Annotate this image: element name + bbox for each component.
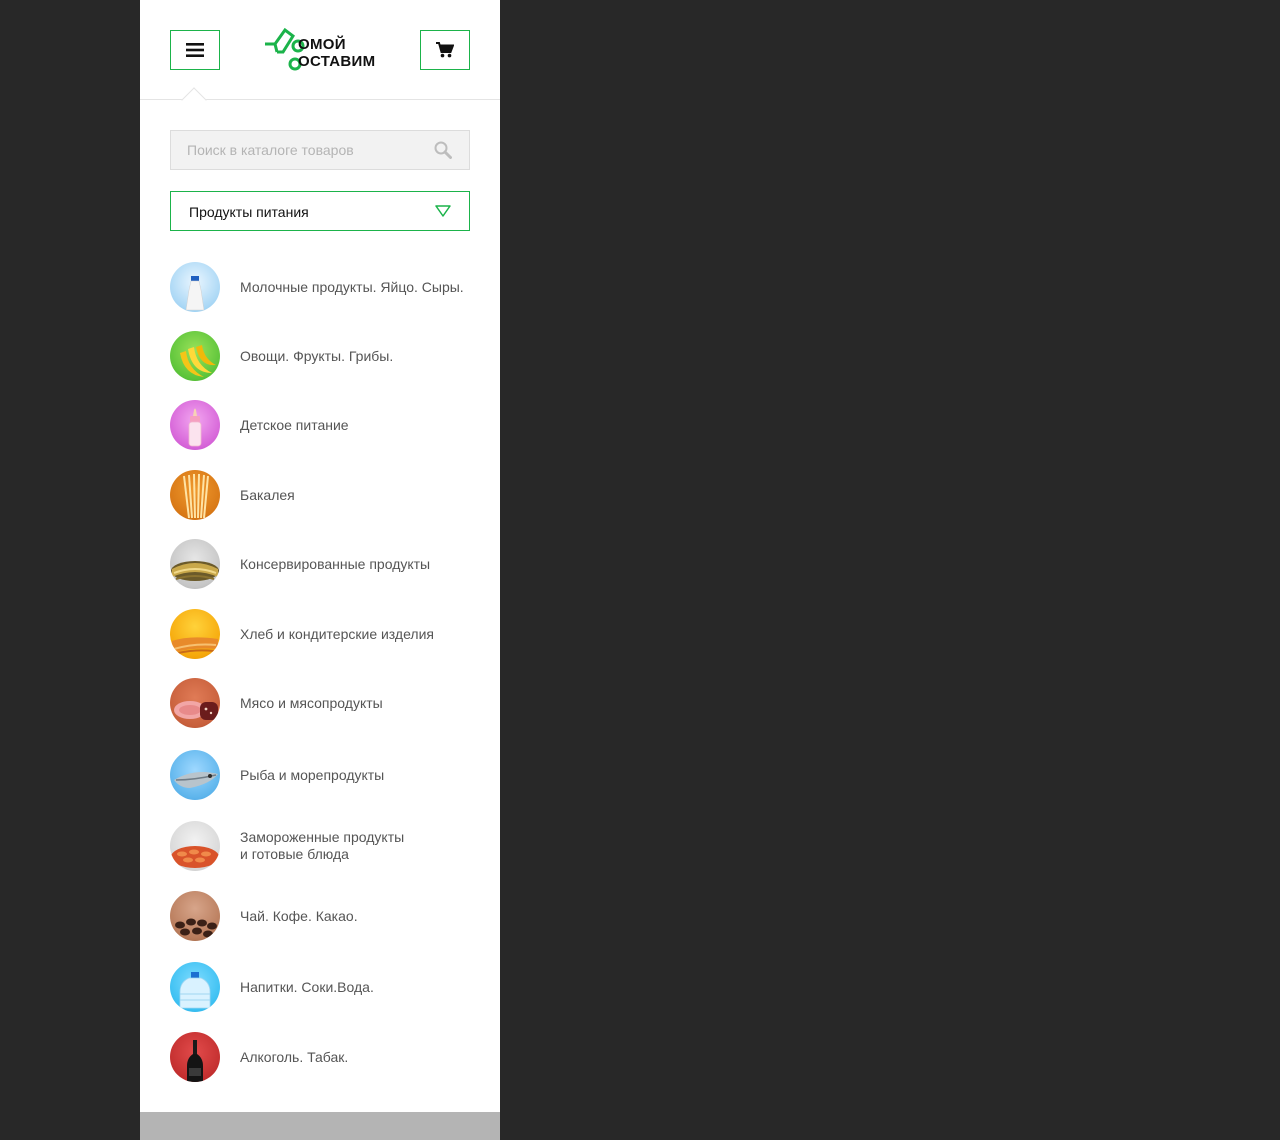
category-item-fish[interactable]: Рыба и морепродукты <box>170 749 480 801</box>
frozen-food-icon <box>170 821 220 871</box>
chevron-down-icon <box>435 205 451 217</box>
water-bottle-icon <box>170 962 220 1012</box>
cart-icon <box>436 42 454 58</box>
category-item-baby-food[interactable]: Детское питание <box>170 399 480 451</box>
category-label: Консервированные продукты <box>240 555 431 572</box>
category-label: Детское питание <box>240 416 349 433</box>
category-item-bread[interactable]: Хлеб и кондитерские изделия <box>170 608 480 660</box>
fish-icon <box>170 750 220 800</box>
bread-icon <box>170 609 220 659</box>
category-dropdown[interactable]: Продукты питания <box>170 191 470 231</box>
footer-bar <box>140 1112 500 1140</box>
category-item-frozen[interactable]: Замороженные продукты и готовые блюда <box>170 820 480 872</box>
category-label: Бакалея <box>240 486 295 503</box>
search-box <box>170 130 470 170</box>
wine-bottle-icon <box>170 1032 220 1082</box>
menu-pointer <box>181 87 207 113</box>
coffee-beans-icon <box>170 891 220 941</box>
search-icon[interactable] <box>434 141 452 159</box>
category-item-dairy[interactable]: Молочные продукты. Яйцо. Сыры. <box>170 261 480 313</box>
header: ОМОЙ ОСТАВИМ <box>140 0 500 113</box>
category-dropdown-value: Продукты питания <box>189 204 309 220</box>
category-label: Рыба и морепродукты <box>240 766 385 783</box>
catalog-panel: ОМОЙ ОСТАВИМ Продукты питания <box>140 0 500 1140</box>
milk-bottle-icon <box>170 262 220 312</box>
category-item-alcohol[interactable]: Алкоголь. Табак. <box>170 1031 480 1083</box>
category-label: Алкоголь. Табак. <box>240 1048 349 1065</box>
category-item-meat[interactable]: Мясо и мясопродукты <box>170 677 480 729</box>
category-item-grocery[interactable]: Бакалея <box>170 469 480 521</box>
pasta-icon <box>170 470 220 520</box>
category-item-drinks[interactable]: Напитки. Соки.Вода. <box>170 961 480 1013</box>
banana-icon <box>170 331 220 381</box>
menu-button[interactable] <box>170 30 220 70</box>
category-label: Мясо и мясопродукты <box>240 694 383 711</box>
category-label: Хлеб и кондитерские изделия <box>240 625 434 642</box>
canned-food-icon <box>170 539 220 589</box>
logo-line-2: ОСТАВИМ <box>298 53 376 70</box>
logo[interactable]: ОМОЙ ОСТАВИМ <box>263 24 375 72</box>
category-label: Замороженные продукты и готовые блюда <box>240 829 405 862</box>
category-label: Овощи. Фрукты. Грибы. <box>240 347 394 364</box>
category-item-vegetables[interactable]: Овощи. Фрукты. Грибы. <box>170 330 480 382</box>
logo-line-1: ОМОЙ <box>298 36 346 53</box>
search-input[interactable] <box>171 131 469 169</box>
category-item-tea-coffee[interactable]: Чай. Кофе. Какао. <box>170 890 480 942</box>
category-item-canned[interactable]: Консервированные продукты <box>170 538 480 590</box>
category-label: Молочные продукты. Яйцо. Сыры. <box>240 278 464 295</box>
meat-icon <box>170 678 220 728</box>
category-label: Чай. Кофе. Какао. <box>240 907 358 924</box>
cart-button[interactable] <box>420 30 470 70</box>
baby-bottle-icon <box>170 400 220 450</box>
category-label: Напитки. Соки.Вода. <box>240 978 374 995</box>
hamburger-icon <box>186 43 204 57</box>
